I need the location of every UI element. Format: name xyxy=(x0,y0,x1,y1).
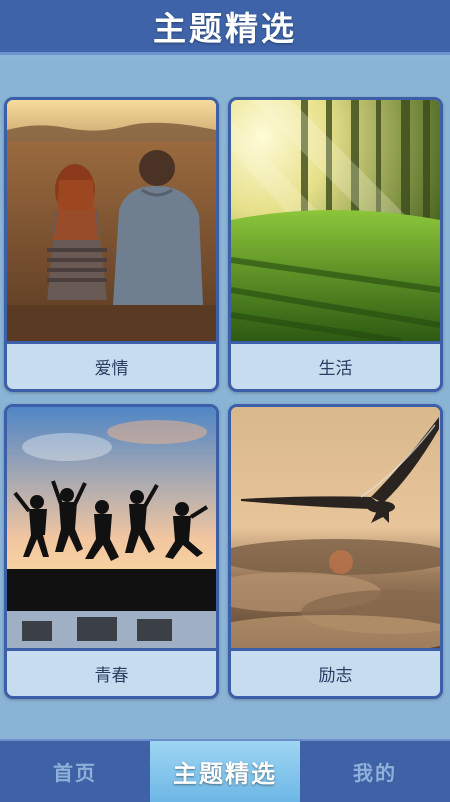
tab-profile[interactable]: 我的 xyxy=(300,741,450,802)
topic-label: 青春 xyxy=(94,666,129,686)
page-title: 主题精选 xyxy=(153,9,297,48)
topic-card-youth[interactable]: 青春 xyxy=(4,404,219,699)
eagle-over-clouds-image xyxy=(231,407,440,648)
topic-label: 生活 xyxy=(318,359,353,379)
forest-sunrays-image xyxy=(231,100,440,341)
bottom-nav: 首页 主题精选 我的 xyxy=(0,739,450,802)
topic-card-inspiration[interactable]: 励志 xyxy=(228,404,443,699)
jumping-silhouettes-image xyxy=(7,407,216,648)
app-header: 主题精选 xyxy=(0,0,450,55)
couple-sunset-image xyxy=(7,100,216,341)
tab-home[interactable]: 首页 xyxy=(0,741,150,802)
topic-card-life[interactable]: 生活 xyxy=(228,97,443,392)
topic-card-love[interactable]: 爱情 xyxy=(4,97,219,392)
topic-label: 爱情 xyxy=(94,359,129,379)
tab-featured-topics[interactable]: 主题精选 xyxy=(150,741,300,802)
topic-label: 励志 xyxy=(318,666,353,686)
